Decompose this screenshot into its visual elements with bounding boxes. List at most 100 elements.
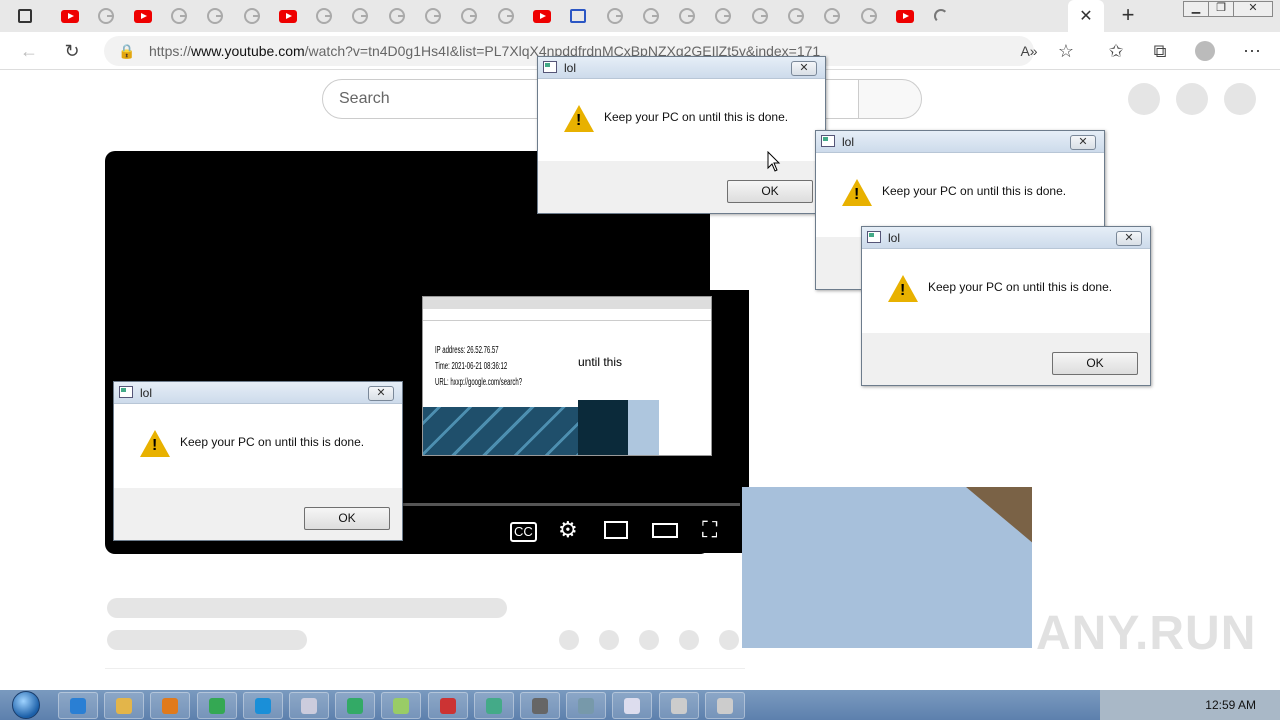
close-tab-icon[interactable]: ✕	[1079, 6, 1092, 26]
browser-tab[interactable]	[527, 4, 557, 28]
document-icon	[670, 697, 687, 714]
dialog-close-button[interactable]: ✕	[1116, 231, 1142, 246]
browser-tab[interactable]	[200, 4, 230, 28]
header-button-placeholder[interactable]	[1128, 83, 1160, 115]
browser-tab[interactable]	[418, 4, 448, 28]
theater-mode-icon[interactable]	[652, 523, 678, 538]
dialog-titlebar[interactable]: lol ✕	[862, 227, 1150, 249]
browser-tab[interactable]	[926, 4, 956, 28]
progress-bar[interactable]	[400, 503, 740, 506]
browser-tab[interactable]	[345, 4, 375, 28]
collections-icon[interactable]: ⧉	[1149, 41, 1171, 61]
window-close-button[interactable]: ✕	[1233, 1, 1273, 17]
browser-tab[interactable]	[454, 4, 484, 28]
more-menu-icon[interactable]: ⋯	[1241, 41, 1263, 61]
google-favicon-icon	[425, 8, 441, 24]
browser-tab[interactable]	[237, 4, 267, 28]
ok-button[interactable]: OK	[304, 507, 390, 530]
browser-tab[interactable]	[382, 4, 412, 28]
miniplayer-icon[interactable]	[604, 521, 628, 539]
dialog-body: Keep your PC on until this is done.	[114, 404, 402, 482]
watermark-logo: ANY.RUN	[1036, 607, 1257, 660]
action-skeleton	[679, 630, 699, 650]
dialog-titlebar[interactable]: lol ✕	[538, 57, 825, 79]
back-icon[interactable]: ←	[18, 41, 40, 61]
browser-tab[interactable]	[781, 4, 811, 28]
browser-tab[interactable]	[745, 4, 775, 28]
browser-tab[interactable]	[890, 4, 920, 28]
taskbar-app[interactable]	[381, 692, 422, 719]
taskbar-app[interactable]	[566, 692, 607, 719]
text-icon	[578, 697, 595, 714]
dialog-titlebar[interactable]: lol ✕	[816, 131, 1104, 153]
tab-actions-icon[interactable]	[10, 4, 40, 28]
browser-tab[interactable]	[91, 4, 121, 28]
taskbar-app[interactable]	[427, 692, 468, 719]
mouse-cursor-icon	[767, 151, 781, 172]
taskbar-app[interactable]	[520, 692, 560, 719]
read-aloud-icon[interactable]: A»	[1018, 41, 1040, 61]
avatar[interactable]	[1224, 83, 1256, 115]
artifact-text: Time: 2021-06-21 08:36:12	[435, 361, 508, 372]
ok-button[interactable]: OK	[727, 180, 813, 203]
taskbar-app[interactable]	[658, 692, 699, 719]
channel-skeleton	[107, 630, 307, 650]
dialog-close-button[interactable]: ✕	[791, 61, 817, 76]
search-button[interactable]	[858, 79, 922, 119]
fullscreen-icon[interactable]: ⛶	[702, 518, 717, 542]
windows-logo-icon	[12, 691, 40, 719]
taskbar-app[interactable]	[335, 692, 376, 719]
browser-tab[interactable]	[708, 4, 738, 28]
media-player-icon	[162, 697, 179, 714]
minimize-button[interactable]: ▁	[1183, 1, 1209, 17]
google-favicon-icon	[461, 8, 478, 24]
warning-icon	[564, 105, 594, 132]
restore-button[interactable]: ❐	[1208, 1, 1234, 17]
taskbar-app[interactable]	[612, 692, 653, 719]
dialog-close-button[interactable]: ✕	[368, 386, 394, 401]
taskbar-app[interactable]	[704, 692, 745, 719]
new-tab-button[interactable]: +	[1116, 4, 1140, 28]
dialog-footer: OK	[538, 161, 825, 213]
active-tab[interactable]: ✕	[1068, 0, 1104, 32]
taskbar-app[interactable]	[242, 692, 283, 719]
dialog-titlebar[interactable]: lol ✕	[114, 382, 402, 404]
add-favorite-icon[interactable]: ☆	[1055, 41, 1077, 61]
settings-gear-icon[interactable]: ⚙	[558, 518, 578, 542]
browser-tab[interactable]	[600, 4, 630, 28]
refresh-icon[interactable]: ↻	[61, 41, 83, 61]
google-favicon-icon	[788, 8, 804, 24]
header-button-placeholder[interactable]	[1176, 83, 1208, 115]
taskbar-app[interactable]	[58, 692, 98, 719]
start-button[interactable]	[6, 691, 46, 719]
browser-tab[interactable]	[817, 4, 847, 28]
profile-icon[interactable]	[1195, 41, 1217, 61]
browser-tab[interactable]	[672, 4, 702, 28]
screen-artifact-thumbnail: IP address: 26.52.76.57 Time: 2021-06-21…	[422, 296, 712, 456]
dialog-close-button[interactable]: ✕	[1070, 135, 1096, 150]
taskbar-app[interactable]	[473, 692, 514, 719]
browser-tab[interactable]	[636, 4, 666, 28]
captions-button[interactable]: CC	[510, 522, 537, 542]
artifact-text: IP address: 26.52.76.57	[435, 345, 499, 356]
browser-tab[interactable]	[854, 4, 884, 28]
toolbox-icon	[439, 697, 456, 714]
google-favicon-icon	[497, 8, 514, 24]
browser-tab[interactable]	[491, 4, 521, 28]
clock[interactable]: 12:59 AM	[1100, 690, 1280, 720]
taskbar-app[interactable]	[289, 692, 329, 719]
calculator-icon	[624, 697, 641, 714]
browser-tab[interactable]	[55, 4, 85, 28]
browser-tab[interactable]	[128, 4, 158, 28]
ok-button[interactable]: OK	[1052, 352, 1138, 375]
lock-icon[interactable]: 🔒	[116, 41, 138, 61]
taskbar-app[interactable]	[150, 692, 191, 719]
taskbar-app[interactable]	[104, 692, 145, 719]
browser-tab[interactable]	[309, 4, 339, 28]
network-icon	[485, 697, 502, 714]
browser-tab[interactable]	[273, 4, 303, 28]
browser-tab[interactable]	[563, 4, 593, 28]
browser-tab[interactable]	[164, 4, 194, 28]
taskbar-app[interactable]	[196, 692, 237, 719]
favorites-icon[interactable]: ✩	[1105, 41, 1127, 61]
